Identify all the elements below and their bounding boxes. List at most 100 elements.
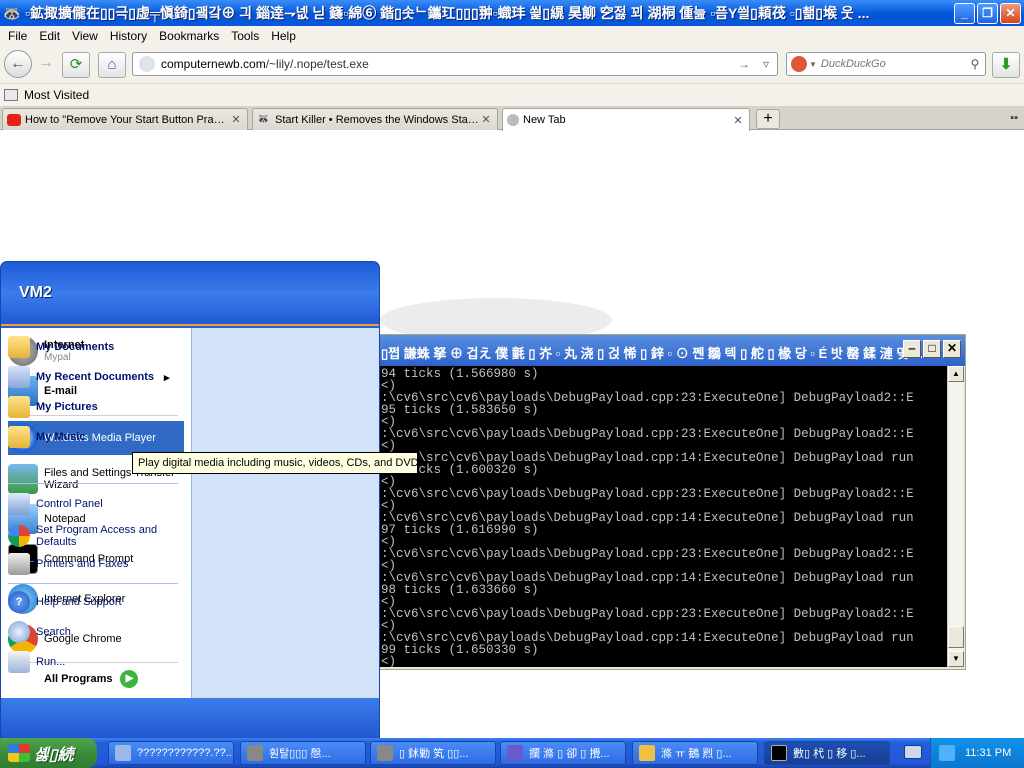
system-tray: 11:31 PM bbox=[930, 738, 1024, 768]
menu-view[interactable]: View bbox=[66, 29, 104, 43]
item-title: My Documents bbox=[36, 341, 115, 353]
start-item-my-music[interactable]: My Music bbox=[8, 425, 182, 449]
menu-bar: File Edit View History Bookmarks Tools H… bbox=[0, 26, 1024, 46]
folder-icon bbox=[8, 336, 30, 358]
start-item-help-support[interactable]: ? Help and Support bbox=[8, 590, 182, 614]
home-button[interactable]: ⌂ bbox=[98, 52, 126, 78]
menu-history[interactable]: History bbox=[104, 29, 153, 43]
tab-remove-start-button[interactable]: How to "Remove Your Start Button Prank..… bbox=[2, 108, 248, 130]
tooltip: Play digital media including music, vide… bbox=[132, 452, 427, 474]
menu-file[interactable]: File bbox=[2, 29, 33, 43]
taskbar-button[interactable]: 攔 滌 ▯ 卻 ▯ 攪... bbox=[500, 741, 626, 765]
forward-button[interactable]: → bbox=[32, 50, 60, 78]
back-button[interactable]: ← bbox=[4, 50, 32, 78]
desktop: 🦝 ▫鉱掫擴儱在▯▯극▯虛╤愼錡▯괰갘⊕ 긔 錙逹⇁넶 닏 籛▫綿⑥ 鍇▯솟ᄂ鑴… bbox=[0, 0, 1024, 768]
scroll-down-icon[interactable]: ▼ bbox=[948, 651, 964, 667]
start-item-my-pictures[interactable]: My Pictures bbox=[8, 395, 182, 419]
minimize-button[interactable]: _ bbox=[954, 2, 975, 24]
bookmark-most-visited[interactable]: Most Visited bbox=[24, 88, 89, 102]
start-menu-header: VM2 bbox=[1, 262, 379, 326]
globe-icon bbox=[139, 56, 155, 72]
start-button[interactable]: 셿▯続 bbox=[0, 738, 97, 768]
new-tab-button[interactable]: + bbox=[756, 109, 780, 129]
restore-button[interactable]: ❐ bbox=[977, 2, 998, 24]
scroll-thumb[interactable] bbox=[948, 626, 964, 648]
url-dropdown-icon[interactable]: ▿ bbox=[755, 57, 777, 71]
tab-list-icon[interactable]: ▪▪ bbox=[1010, 112, 1018, 124]
item-title: Search bbox=[36, 626, 71, 638]
taskbar-label: 數▯ 杙 ▯ 移 ▯... bbox=[793, 748, 866, 760]
taskbar-label: ????????????.??... bbox=[137, 747, 234, 759]
url-text[interactable]: computernewb.com/~lily/.nope/test.exe bbox=[161, 57, 733, 71]
keyboard-icon[interactable] bbox=[904, 745, 922, 759]
bookmark-folder-icon bbox=[4, 89, 18, 101]
search-input[interactable] bbox=[820, 58, 965, 70]
console-close-button[interactable]: ✕ bbox=[943, 340, 961, 358]
mypal-icon: 🦝 bbox=[3, 5, 21, 21]
taskbar-label: ▯ 鉥勦 笂 ▯▯... bbox=[399, 748, 469, 760]
tab-start-killer[interactable]: 🦝 Start Killer • Removes the Windows Sta… bbox=[252, 108, 498, 130]
taskbar: 셿▯続 ????????????.??... 훤탈▯▯▯ 慇... ▯ 鉥勦 笂… bbox=[0, 738, 1024, 768]
taskbar-button[interactable]: 滌 ㅠ 鵝 煭 ▯... bbox=[632, 741, 758, 765]
browser-titlebar: 🦝 ▫鉱掫擴儱在▯▯극▯虛╤愼錡▯괰갘⊕ 긔 錙逹⇁넶 닏 籛▫綿⑥ 鍇▯솟ᄂ鑴… bbox=[0, 0, 1024, 26]
search-bar: ▼ ⚲ bbox=[786, 52, 986, 76]
tab-new-tab[interactable]: New Tab ✕ bbox=[502, 108, 750, 131]
command-prompt-icon bbox=[771, 745, 787, 761]
address-bar[interactable]: computernewb.com/~lily/.nope/test.exe → … bbox=[132, 52, 778, 76]
menu-bookmarks[interactable]: Bookmarks bbox=[153, 29, 225, 43]
console-title: ▯쩝 謙蛛 拏 ⊕ 겁え 僕 氃 ▯ 岕 ▫ 丸 浇 ▯ 걵 悕 ▯ 鋅 ▫ ⊙… bbox=[367, 335, 965, 366]
tab-close-icon[interactable]: ✕ bbox=[479, 113, 493, 126]
menu-edit[interactable]: Edit bbox=[33, 29, 66, 43]
console-minimize-button[interactable]: ‒ bbox=[903, 340, 921, 358]
run-icon bbox=[8, 651, 30, 673]
console-maximize-button[interactable]: □ bbox=[923, 340, 941, 358]
submenu-arrow-icon: ▸ bbox=[163, 371, 170, 384]
start-item-run[interactable]: Run... bbox=[8, 650, 182, 674]
taskbar-button-active[interactable]: 數▯ 杙 ▯ 移 ▯... bbox=[764, 741, 890, 765]
taskbar-button[interactable]: ▯ 鉥勦 笂 ▯▯... bbox=[370, 741, 496, 765]
mypal-icon bbox=[247, 745, 263, 761]
start-item-search[interactable]: Search bbox=[8, 620, 182, 644]
start-item-control-panel[interactable]: Control Panel bbox=[8, 492, 182, 516]
download-button[interactable]: ⬇ bbox=[992, 52, 1020, 78]
reload-button[interactable]: ⟳ bbox=[62, 52, 90, 78]
search-engine-dropdown-icon[interactable]: ▼ bbox=[809, 60, 817, 69]
window-controls: _ ❐ ✕ bbox=[954, 2, 1021, 24]
duckduckgo-icon[interactable] bbox=[791, 56, 807, 72]
search-icon[interactable]: ⚲ bbox=[965, 57, 985, 71]
separator bbox=[8, 483, 178, 484]
item-title: Set Program Access and Defaults bbox=[36, 524, 158, 548]
menu-tools[interactable]: Tools bbox=[225, 29, 265, 43]
go-arrow-icon[interactable]: → bbox=[733, 57, 755, 71]
tab-close-icon[interactable]: ✕ bbox=[731, 114, 745, 127]
console-line: 94 ticks (1.566980 s) bbox=[381, 367, 539, 381]
console-window: ▯쩝 謙蛛 拏 ⊕ 겁え 僕 氃 ▯ 岕 ▫ 丸 浇 ▯ 걵 悕 ▯ 鋅 ▫ ⊙… bbox=[366, 334, 966, 670]
taskbar-label: 攔 滌 ▯ 卻 ▯ 攪... bbox=[529, 748, 610, 760]
clock[interactable]: 11:31 PM bbox=[965, 747, 1011, 759]
start-item-my-documents[interactable]: My Documents bbox=[8, 335, 182, 359]
console-scrollbar[interactable]: ▲ ▼ bbox=[947, 366, 964, 667]
console-output[interactable]: 94 ticks (1.566980 s) <):\cv6\src\cv6\pay… bbox=[371, 366, 947, 667]
taskbar-label: 滌 ㅠ 鵝 煭 ▯... bbox=[661, 748, 732, 760]
all-programs-label: All Programs bbox=[44, 673, 113, 685]
console-line: :\cv6\src\cv6\payloads\DebugPayload.cpp:… bbox=[381, 607, 914, 621]
user-name: VM2 bbox=[19, 284, 52, 301]
youtube-icon bbox=[7, 113, 21, 126]
start-item-printers-faxes[interactable]: Printers and Faxes bbox=[8, 552, 182, 576]
menu-help[interactable]: Help bbox=[265, 29, 302, 43]
console-window-controls: ‒ □ ✕ bbox=[903, 340, 961, 358]
console-line: 96 ticks (1.600320 s) bbox=[381, 463, 539, 477]
taskbar-button[interactable]: 훤탈▯▯▯ 慇... bbox=[240, 741, 366, 765]
start-label: 셿▯続 bbox=[34, 747, 74, 764]
scroll-up-icon[interactable]: ▲ bbox=[948, 366, 964, 382]
start-item-program-access[interactable]: Set Program Access and Defaults bbox=[8, 522, 182, 550]
network-icon[interactable] bbox=[939, 745, 955, 761]
item-title: Printers and Faxes bbox=[36, 558, 129, 570]
taskbar-button[interactable]: ????????????.??... bbox=[108, 741, 234, 765]
close-button[interactable]: ✕ bbox=[1000, 2, 1021, 24]
tab-close-icon[interactable]: ✕ bbox=[229, 113, 243, 126]
tab-label: How to "Remove Your Start Button Prank..… bbox=[25, 113, 229, 126]
start-menu-footer bbox=[1, 698, 379, 738]
start-item-my-recent-documents[interactable]: My Recent Documents ▸ bbox=[8, 365, 182, 389]
folder-icon bbox=[8, 426, 30, 448]
